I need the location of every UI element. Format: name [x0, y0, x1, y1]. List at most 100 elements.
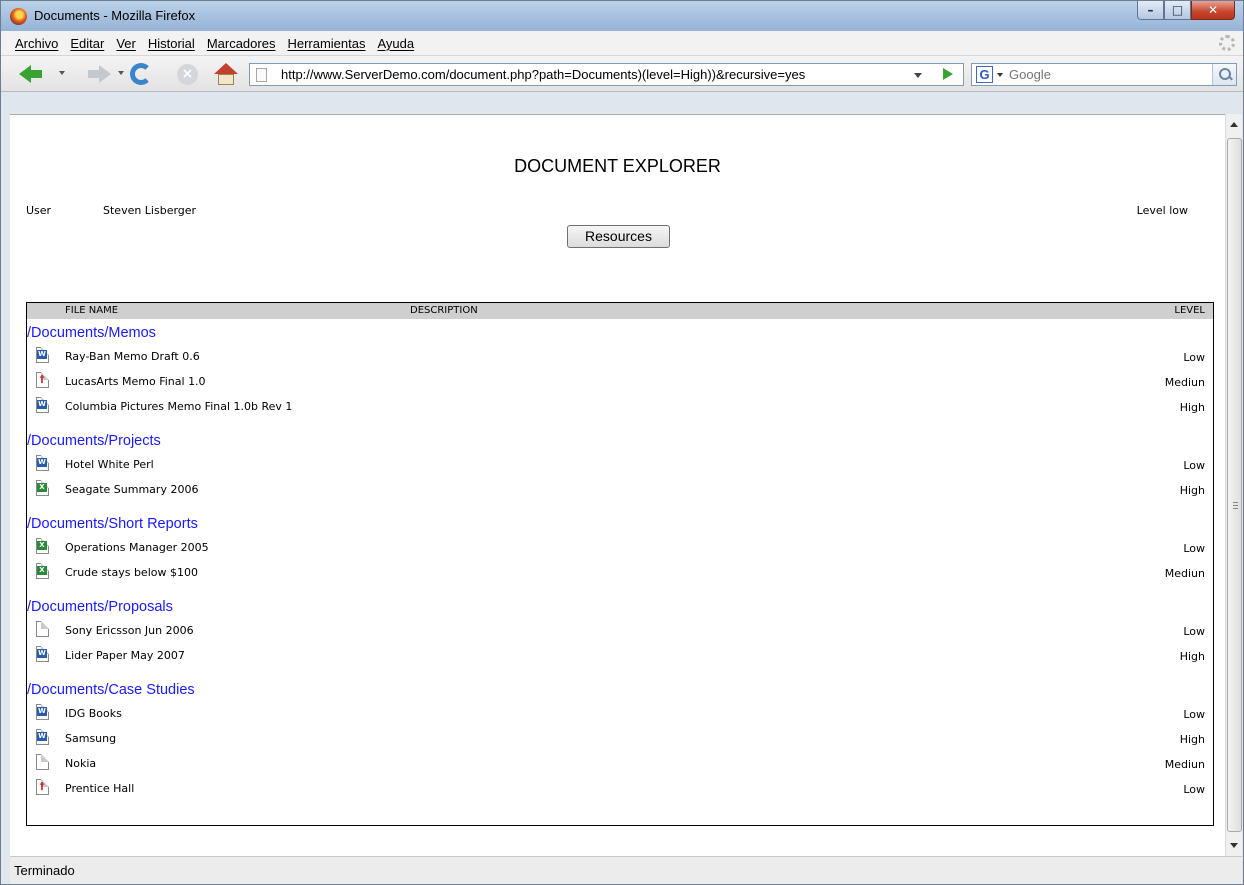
- file-level: Low: [1183, 542, 1205, 555]
- reload-icon: [130, 63, 152, 85]
- go-icon[interactable]: [943, 68, 953, 80]
- file-type-badge: †: [39, 374, 45, 385]
- page-title: DOCUMENT EXPLORER: [514, 156, 721, 176]
- back-button[interactable]: [19, 61, 49, 87]
- folder-path-link[interactable]: /Documents/Memos: [27, 325, 156, 341]
- file-type-badge: W: [37, 400, 47, 409]
- file-level: High: [1179, 650, 1205, 663]
- file-type-badge: W: [37, 458, 47, 467]
- file-name[interactable]: Ray-Ban Memo Draft 0.6: [65, 350, 200, 363]
- forward-history-dropdown[interactable]: [118, 71, 124, 75]
- file-name[interactable]: LucasArts Memo Final 1.0: [65, 375, 206, 388]
- table-row[interactable]: Nokia Mediun: [27, 753, 1213, 775]
- table-row[interactable]: W Lider Paper May 2007 High: [27, 645, 1213, 667]
- resources-button[interactable]: Resources: [567, 225, 670, 248]
- file-name[interactable]: Columbia Pictures Memo Final 1.0b Rev 1: [65, 400, 292, 413]
- folder-path-link[interactable]: /Documents/Case Studies: [27, 682, 195, 698]
- scrollbar-thumb[interactable]: [1227, 138, 1242, 832]
- table-row[interactable]: Sony Ericsson Jun 2006 Low: [27, 620, 1213, 642]
- word-doc-icon: W: [36, 455, 50, 472]
- folder-path-link[interactable]: /Documents/Projects: [27, 433, 161, 449]
- file-name[interactable]: Operations Manager 2005: [65, 541, 209, 554]
- file-name[interactable]: Prentice Hall: [65, 782, 134, 795]
- maximize-button[interactable]: □: [1164, 1, 1191, 20]
- menu-archivo[interactable]: Archivo: [15, 36, 58, 51]
- window-left-edge: [1, 114, 10, 884]
- table-row[interactable]: W Columbia Pictures Memo Final 1.0b Rev 1…: [27, 396, 1213, 418]
- file-type-badge: X: [37, 541, 47, 550]
- address-bar[interactable]: http://www.ServerDemo.com/document.php?p…: [249, 63, 964, 86]
- table-row[interactable]: W Hotel White Perl Low: [27, 454, 1213, 476]
- header-file-name: FILE NAME: [65, 305, 119, 316]
- back-history-dropdown[interactable]: [59, 71, 65, 75]
- menu-editar[interactable]: Editar: [70, 36, 104, 51]
- file-name[interactable]: Crude stays below $100: [65, 566, 198, 579]
- url-history-dropdown[interactable]: [909, 66, 927, 83]
- firefox-icon: [10, 8, 27, 25]
- excel-doc-icon: X: [36, 480, 50, 497]
- file-name[interactable]: Hotel White Perl: [65, 458, 154, 471]
- file-type-badge: W: [37, 649, 47, 658]
- file-type-badge: †: [39, 781, 45, 792]
- scroll-up-icon[interactable]: [1230, 122, 1238, 127]
- excel-doc-icon: X: [36, 538, 50, 555]
- table-row[interactable]: † Prentice Hall Low: [27, 778, 1213, 800]
- maximize-icon: □: [1171, 3, 1184, 17]
- menu-ayuda[interactable]: Ayuda: [377, 36, 414, 51]
- folder-path-link[interactable]: /Documents/Proposals: [27, 599, 173, 615]
- table-row[interactable]: W Samsung High: [27, 728, 1213, 750]
- folder-path-link[interactable]: /Documents/Short Reports: [27, 516, 198, 532]
- menu-marcadores[interactable]: Marcadores: [207, 36, 276, 51]
- file-type-badge: W: [37, 732, 47, 741]
- vertical-scrollbar[interactable]: [1225, 114, 1242, 856]
- throbber-icon: [1219, 35, 1235, 51]
- table-row[interactable]: W Ray-Ban Memo Draft 0.6 Low: [27, 346, 1213, 368]
- search-bar[interactable]: G: [971, 63, 1237, 86]
- excel-doc-icon: X: [36, 563, 50, 580]
- file-type-badge: X: [37, 566, 47, 575]
- table-row[interactable]: W IDG Books Low: [27, 703, 1213, 725]
- search-input[interactable]: [1009, 66, 1199, 83]
- file-level: Low: [1183, 783, 1205, 796]
- file-level: Mediun: [1164, 758, 1205, 771]
- pdf-doc-icon: †: [36, 779, 50, 796]
- file-sheet: [36, 754, 49, 770]
- table-row[interactable]: † LucasArts Memo Final 1.0 Mediun: [27, 371, 1213, 393]
- file-name[interactable]: Sony Ericsson Jun 2006: [65, 624, 194, 637]
- file-type-badge: X: [37, 483, 47, 492]
- forward-button[interactable]: [81, 61, 111, 87]
- home-button[interactable]: [213, 61, 239, 87]
- minimize-button[interactable]: –: [1137, 1, 1164, 20]
- reload-button[interactable]: [128, 61, 154, 87]
- table-header: FILE NAME DESCRIPTION LEVEL: [27, 303, 1213, 319]
- forward-arrow-icon: [99, 65, 111, 83]
- menu-herramientas[interactable]: Herramientas: [287, 36, 365, 51]
- minimize-icon: –: [1147, 3, 1154, 17]
- search-engine-icon[interactable]: G: [976, 66, 993, 83]
- grip-icon: [1233, 502, 1238, 509]
- menu-historial[interactable]: Historial: [148, 36, 195, 51]
- file-name[interactable]: Seagate Summary 2006: [65, 483, 198, 496]
- file-level: Low: [1183, 351, 1205, 364]
- file-name[interactable]: Nokia: [65, 757, 96, 770]
- pdf-doc-icon: †: [36, 372, 50, 389]
- file-type-badge: W: [37, 350, 47, 359]
- file-name[interactable]: IDG Books: [65, 707, 122, 720]
- table-row[interactable]: X Crude stays below $100 Mediun: [27, 562, 1213, 584]
- search-engine-dropdown[interactable]: [997, 73, 1003, 77]
- stop-button[interactable]: ×: [175, 61, 201, 87]
- user-label: User: [26, 204, 52, 217]
- title-bar: Documents - Mozilla Firefox – □ ✕: [1, 1, 1243, 31]
- close-icon: ✕: [1207, 3, 1219, 17]
- close-button[interactable]: ✕: [1191, 1, 1235, 20]
- scroll-down-icon[interactable]: [1230, 843, 1238, 848]
- menu-ver[interactable]: Ver: [116, 36, 136, 51]
- word-doc-icon: W: [36, 397, 50, 414]
- search-icon[interactable]: [1212, 64, 1236, 85]
- file-name[interactable]: Lider Paper May 2007: [65, 649, 185, 662]
- table-row[interactable]: X Operations Manager 2005 Low: [27, 537, 1213, 559]
- table-row[interactable]: X Seagate Summary 2006 High: [27, 479, 1213, 501]
- url-text[interactable]: http://www.ServerDemo.com/document.php?p…: [281, 67, 805, 82]
- file-name[interactable]: Samsung: [65, 732, 116, 745]
- window-controls: – □ ✕: [1137, 1, 1235, 20]
